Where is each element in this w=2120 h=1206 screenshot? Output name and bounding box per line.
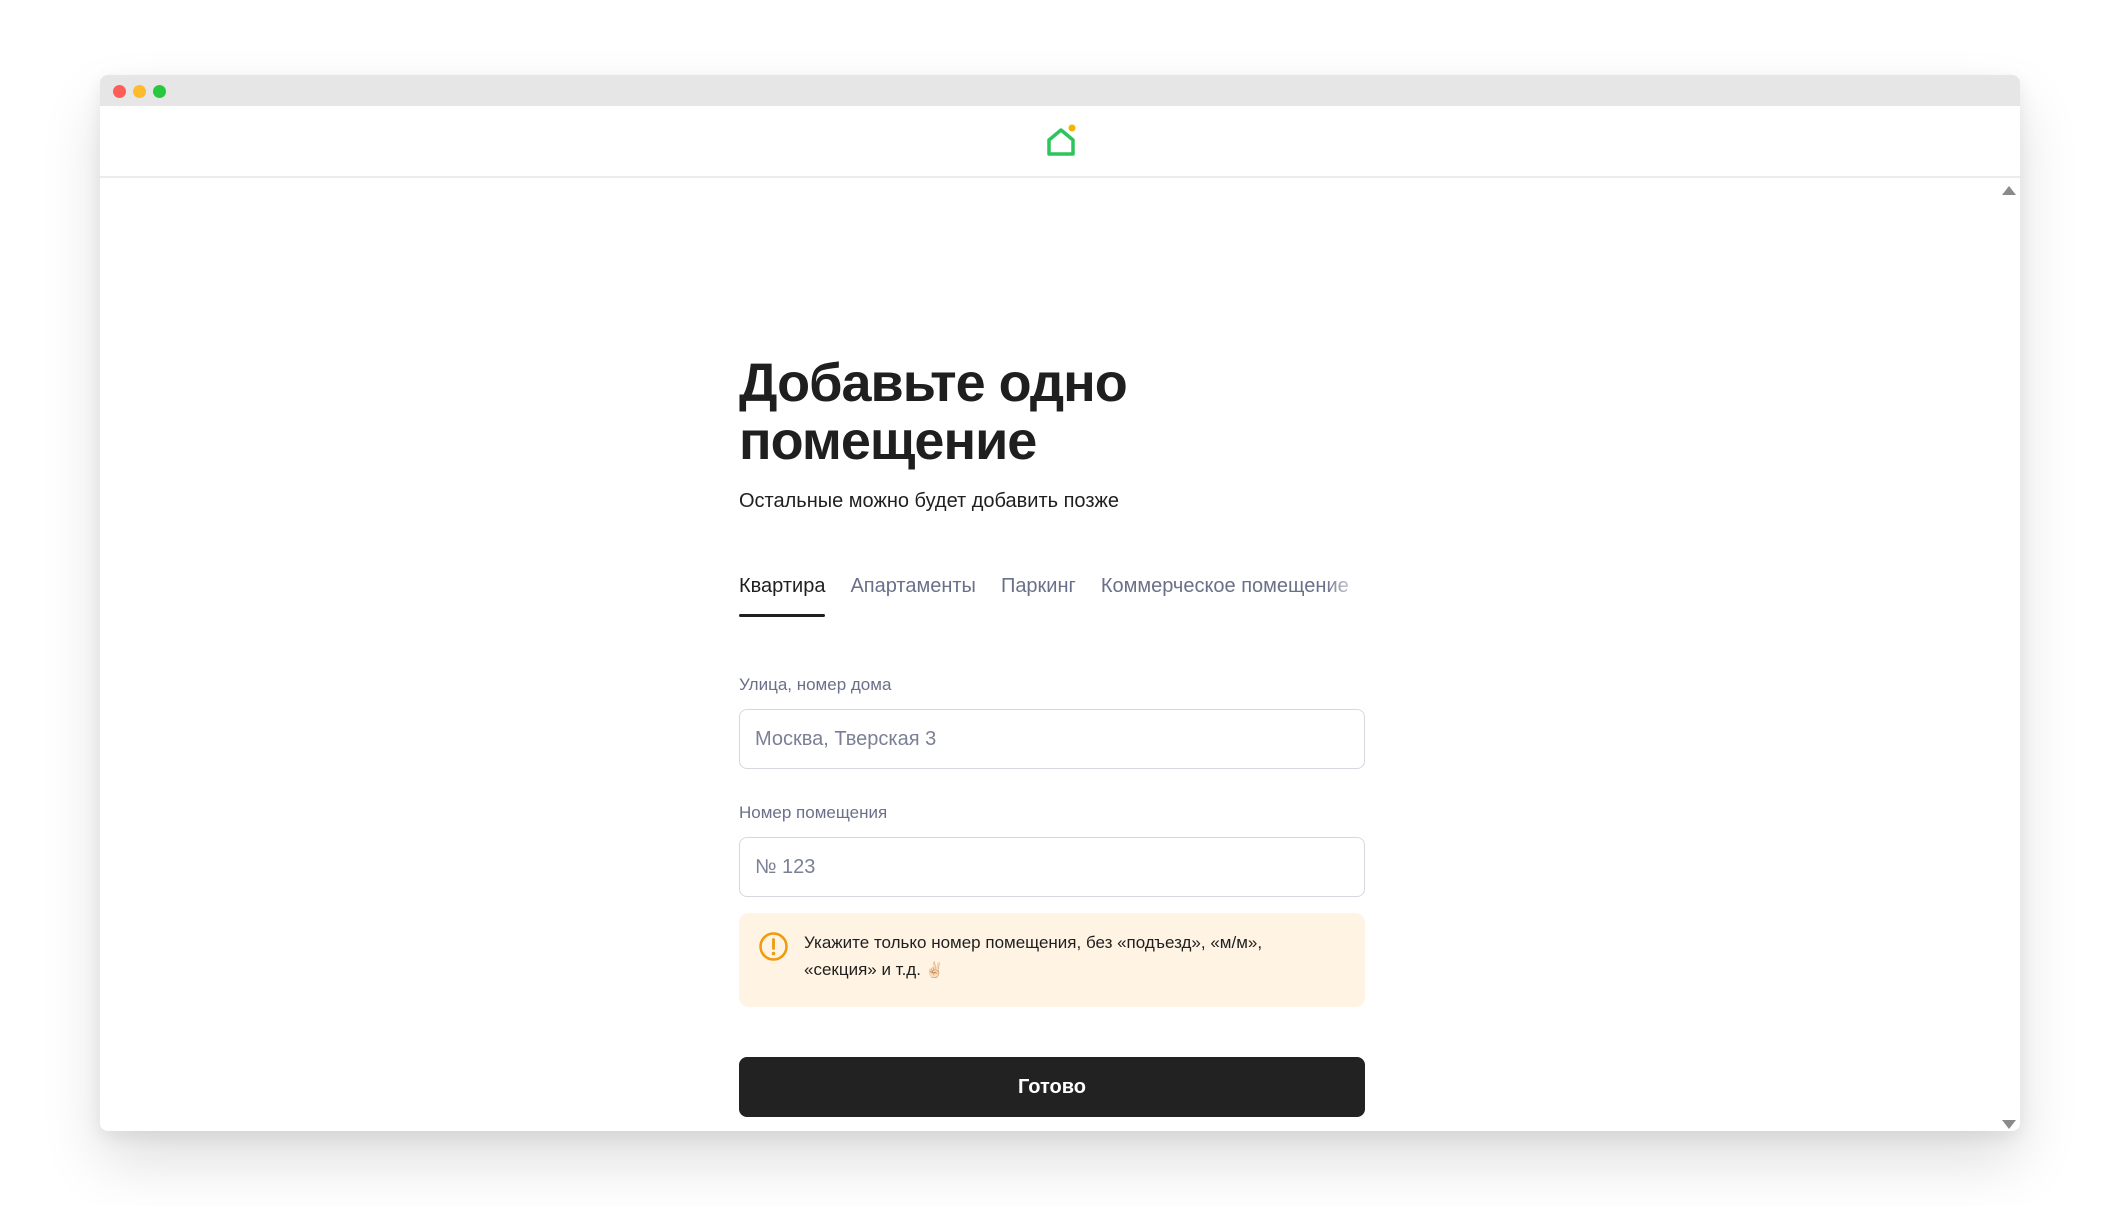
street-input[interactable] [739, 709, 1365, 769]
page-title: Добавьте одно помещение [739, 353, 1128, 471]
street-field-label: Улица, номер дома [739, 675, 892, 694]
unit-number-hint: Укажите только номер помещения, без «под… [739, 913, 1365, 1007]
scrollbar-up-arrow[interactable] [2002, 186, 2016, 195]
warning-circle-icon [759, 932, 788, 961]
property-type-tabs: Квартира Апартаменты Паркинг Коммерческо… [739, 575, 1365, 621]
victory-hand-emoji: ✌🏻 [924, 962, 944, 979]
window-titlebar [100, 75, 2020, 106]
minimize-window-button[interactable] [133, 85, 146, 98]
close-window-button[interactable] [113, 85, 126, 98]
app-header [100, 106, 2020, 178]
tabs-fade-overlay [1325, 575, 1365, 615]
page-subtitle: Остальные можно будет добавить позже [739, 490, 1119, 512]
unit-number-field-label: Номер помещения [739, 803, 888, 822]
tab-parking[interactable]: Паркинг [1001, 575, 1076, 621]
hint-message: Укажите только номер помещения, без «под… [804, 933, 1263, 979]
house-icon[interactable] [1044, 120, 1078, 160]
maximize-window-button[interactable] [153, 85, 166, 98]
scrollbar-down-arrow[interactable] [2002, 1120, 2016, 1129]
hint-text: Укажите только номер помещения, без «под… [804, 929, 1324, 984]
tab-apartments-serviced[interactable]: Апартаменты [850, 575, 976, 621]
tab-commercial[interactable]: Коммерческое помещение [1101, 575, 1349, 621]
tab-apartment[interactable]: Квартира [739, 575, 826, 621]
done-button[interactable]: Готово [739, 1057, 1365, 1117]
browser-window: Добавьте одно помещение Остальные можно … [100, 75, 2020, 1131]
unit-number-input[interactable] [739, 837, 1365, 897]
